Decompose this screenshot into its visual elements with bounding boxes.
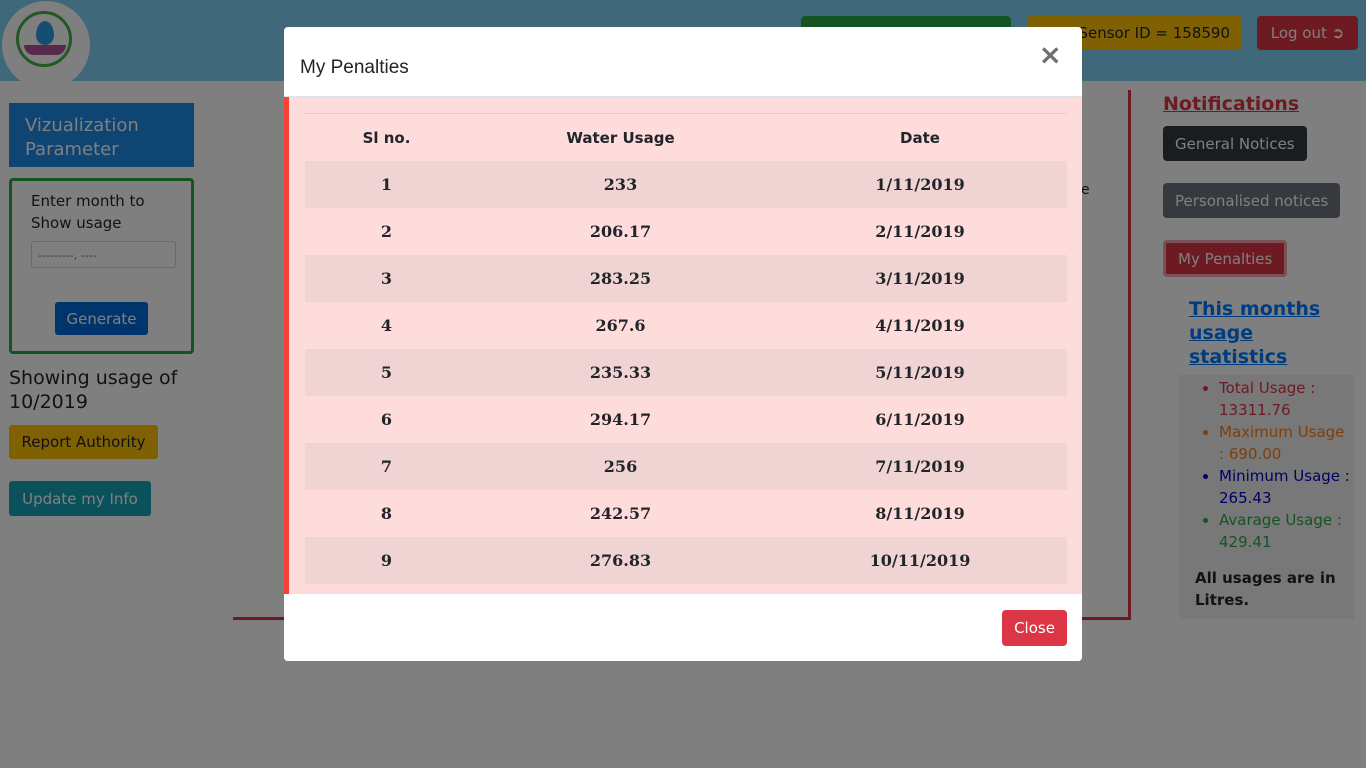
- modal-body: Sl no. Water Usage Date 1 233 1/11/2019 …: [284, 97, 1082, 594]
- penalties-table: Sl no. Water Usage Date 1 233 1/11/2019 …: [305, 113, 1067, 584]
- table-row: 2 206.17 2/11/2019: [305, 208, 1067, 255]
- penalties-modal: My Penalties × Sl no. Water Usage Date 1…: [284, 27, 1082, 661]
- cell-date: 10/11/2019: [869, 551, 971, 570]
- table-row: 6 294.17 6/11/2019: [305, 396, 1067, 443]
- cell-date: 1/11/2019: [875, 175, 965, 194]
- table-header-row: Sl no. Water Usage Date: [305, 113, 1067, 161]
- cell-water-usage: 276.83: [589, 551, 652, 570]
- cell-sl-no: 2: [380, 222, 393, 241]
- cell-date: 5/11/2019: [875, 363, 965, 382]
- cell-sl-no: 3: [380, 269, 393, 288]
- table-row: 9 276.83 10/11/2019: [305, 537, 1067, 584]
- column-header-water-usage: Water Usage: [468, 113, 773, 161]
- cell-water-usage: 267.6: [595, 316, 646, 335]
- cell-water-usage: 294.17: [589, 410, 652, 429]
- cell-date: 6/11/2019: [875, 410, 965, 429]
- table-row: 7 256 7/11/2019: [305, 443, 1067, 490]
- table-row: 3 283.25 3/11/2019: [305, 255, 1067, 302]
- table-row: 8 242.57 8/11/2019: [305, 490, 1067, 537]
- cell-sl-no: 9: [380, 551, 393, 570]
- close-icon[interactable]: ×: [1033, 39, 1068, 71]
- column-header-date: Date: [773, 113, 1067, 161]
- cell-water-usage: 233: [603, 175, 638, 194]
- cell-sl-no: 7: [380, 457, 393, 476]
- cell-sl-no: 4: [380, 316, 393, 335]
- cell-date: 3/11/2019: [875, 269, 965, 288]
- table-row: 1 233 1/11/2019: [305, 161, 1067, 208]
- modal-title: My Penalties: [300, 57, 409, 78]
- cell-date: 2/11/2019: [875, 222, 965, 241]
- cell-water-usage: 256: [603, 457, 638, 476]
- cell-date: 4/11/2019: [875, 316, 965, 335]
- cell-water-usage: 206.17: [589, 222, 652, 241]
- cell-date: 8/11/2019: [875, 504, 965, 523]
- table-row: 5 235.33 5/11/2019: [305, 349, 1067, 396]
- close-button[interactable]: Close: [1002, 610, 1067, 646]
- modal-footer: Close: [284, 594, 1082, 661]
- cell-water-usage: 283.25: [589, 269, 652, 288]
- column-header-sl-no: Sl no.: [305, 113, 468, 161]
- cell-water-usage: 242.57: [589, 504, 652, 523]
- cell-sl-no: 5: [380, 363, 393, 382]
- cell-date: 7/11/2019: [875, 457, 965, 476]
- modal-header: My Penalties ×: [284, 27, 1082, 97]
- cell-sl-no: 1: [380, 175, 393, 194]
- penalties-table-body: 1 233 1/11/2019 2 206.17 2/11/2019 3 283…: [305, 161, 1067, 584]
- cell-sl-no: 6: [380, 410, 393, 429]
- cell-water-usage: 235.33: [589, 363, 652, 382]
- table-row: 4 267.6 4/11/2019: [305, 302, 1067, 349]
- cell-sl-no: 8: [380, 504, 393, 523]
